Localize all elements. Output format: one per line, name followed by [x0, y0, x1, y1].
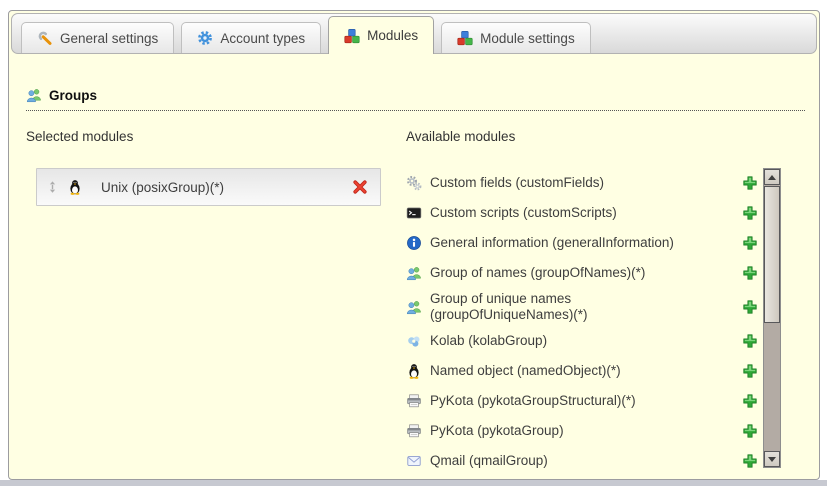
add-icon[interactable] [742, 423, 758, 439]
tux-icon [406, 363, 422, 379]
available-module-row: Custom fields (customFields) [406, 171, 758, 195]
delete-icon[interactable] [352, 179, 368, 195]
tux-icon [67, 179, 83, 195]
available-module-name: Named object (namedObject)(*) [430, 363, 710, 379]
available-module-name: PyKota (pykotaGroupStructural)(*) [430, 393, 710, 409]
available-module-name: Kolab (kolabGroup) [430, 333, 710, 349]
selected-module-name: Unix (posixGroup)(*) [101, 180, 352, 195]
available-module-name: Custom fields (customFields) [430, 175, 710, 191]
tab-bar: General settings Account types Modules Modu… [11, 13, 817, 54]
up-arrow-icon [768, 175, 776, 180]
available-module-row: Group of names (groupOfNames)(*) [406, 261, 758, 285]
add-icon[interactable] [742, 265, 758, 281]
down-arrow-icon [768, 457, 776, 462]
scrollbar[interactable] [763, 168, 781, 468]
section-header: Groups [26, 87, 805, 111]
groups-icon [406, 265, 422, 281]
tab-label: Module settings [480, 31, 575, 46]
tab-label: Account types [220, 31, 305, 46]
available-module-row: Kolab (kolabGroup) [406, 329, 758, 353]
available-module-row: Named object (namedObject)(*) [406, 359, 758, 383]
add-icon[interactable] [742, 333, 758, 349]
modules-icon [344, 28, 360, 44]
tab-account-types[interactable]: Account types [181, 22, 321, 53]
add-icon[interactable] [742, 453, 758, 469]
wrench-icon [37, 30, 53, 46]
selected-modules-list: Unix (posixGroup)(*) [36, 168, 381, 206]
bottom-strip [0, 480, 827, 486]
add-icon[interactable] [742, 205, 758, 221]
configuration-window: General settings Account types Modules Modu… [8, 10, 820, 480]
available-module-row: General information (generalInformation) [406, 231, 758, 255]
available-module-row: Qmail (qmailGroup) [406, 449, 758, 473]
selected-modules-label: Selected modules [26, 129, 133, 144]
add-icon[interactable] [742, 235, 758, 251]
scrollbar-up-button[interactable] [764, 169, 780, 185]
available-module-row: PyKota (pykotaGroupStructural)(*) [406, 389, 758, 413]
tab-label: Modules [367, 28, 418, 43]
modules-icon [457, 30, 473, 46]
add-icon[interactable] [742, 393, 758, 409]
available-modules-label: Available modules [406, 129, 515, 144]
mail-icon [406, 453, 422, 469]
drag-handle-icon[interactable] [47, 180, 58, 194]
printer-icon [406, 423, 422, 439]
terminal-icon [406, 205, 422, 221]
tab-module-settings[interactable]: Module settings [441, 22, 591, 53]
tab-modules[interactable]: Modules [328, 16, 434, 54]
groups-icon [26, 87, 42, 103]
tab-label: General settings [60, 31, 158, 46]
add-icon[interactable] [742, 175, 758, 191]
available-module-row: Custom scripts (customScripts) [406, 201, 758, 225]
tab-general-settings[interactable]: General settings [21, 22, 174, 53]
available-module-name: General information (generalInformation) [430, 235, 710, 251]
available-module-name: Qmail (qmailGroup) [430, 453, 710, 469]
scrollbar-down-button[interactable] [764, 451, 780, 467]
available-module-name: Custom scripts (customScripts) [430, 205, 710, 221]
add-icon[interactable] [742, 363, 758, 379]
groups-icon [406, 299, 422, 315]
info-icon [406, 235, 422, 251]
available-module-name: Group of unique names (groupOfUniqueName… [430, 291, 710, 323]
gears-icon [406, 175, 422, 191]
available-module-row: PyKota (pykotaGroup) [406, 419, 758, 443]
available-module-row: Group of unique names (groupOfUniqueName… [406, 291, 758, 323]
available-module-name: PyKota (pykotaGroup) [430, 423, 710, 439]
available-modules-list: Custom fields (customFields) Custom scrip… [406, 171, 758, 479]
kolab-icon [406, 333, 422, 349]
section-title: Groups [49, 88, 97, 103]
add-icon[interactable] [742, 299, 758, 315]
scrollbar-thumb[interactable] [764, 186, 780, 323]
available-module-name: Group of names (groupOfNames)(*) [430, 265, 710, 281]
printer-icon [406, 393, 422, 409]
gear-icon [197, 30, 213, 46]
selected-module-row[interactable]: Unix (posixGroup)(*) [36, 168, 381, 206]
